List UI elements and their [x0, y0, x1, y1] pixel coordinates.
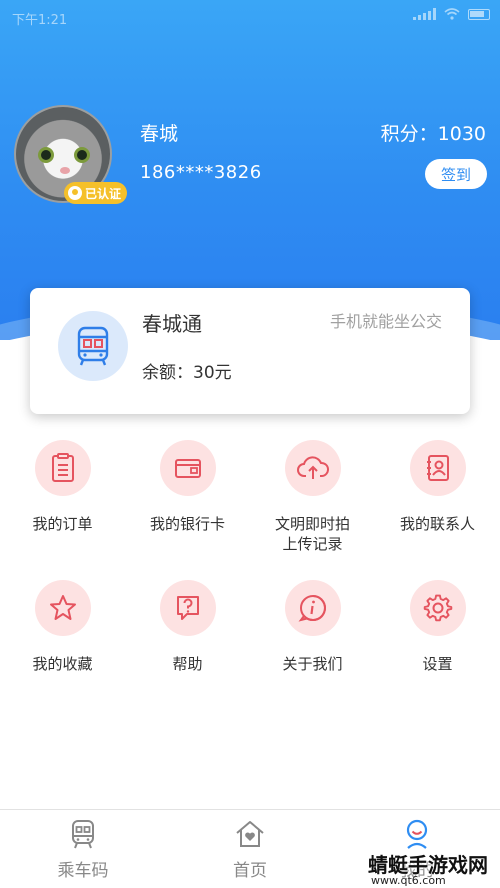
star-icon-bg — [34, 580, 91, 636]
card-title: 春城通 — [142, 312, 202, 336]
grid-label-photo-upload: 文明即时拍 上传记录 — [274, 515, 350, 553]
grid-label-settings: 设置 — [422, 655, 453, 673]
grid-item-about[interactable]: 关于我们 — [250, 580, 375, 674]
train-icon — [72, 820, 94, 849]
contacts-icon — [426, 455, 449, 481]
status-time: 下午1:21 — [12, 13, 68, 28]
help-icon-bg — [159, 580, 216, 636]
grid-label-bank-card: 我的银行卡 — [149, 515, 225, 533]
info-icon-bg — [284, 580, 341, 636]
nav-label-ride-code: 乘车码 — [57, 861, 109, 881]
points-label[interactable]: 积分：1030 — [381, 119, 486, 146]
verified-label: 已认证 — [85, 186, 122, 201]
avatar-eye-left — [38, 147, 54, 163]
checkin-button[interactable]: 签到 — [425, 159, 487, 189]
help-icon — [176, 596, 199, 620]
person-icon — [68, 186, 82, 200]
order-icon-bg — [34, 440, 91, 496]
user-icon — [406, 819, 428, 849]
bank-card-icon — [174, 459, 201, 478]
nav-label-home: 首页 — [233, 861, 267, 881]
grid-label-orders: 我的订单 — [32, 515, 93, 533]
grid-item-orders[interactable]: 我的订单 — [0, 440, 125, 534]
gear-icon — [423, 594, 452, 622]
status-icons — [413, 8, 490, 20]
signal-icon — [413, 8, 436, 20]
card-slogan: 手机就能坐公交 — [329, 312, 442, 331]
verified-badge: 已认证 — [64, 182, 128, 204]
avatar-eye-right — [74, 147, 90, 163]
battery-icon — [468, 8, 490, 20]
bank-card-icon-bg — [159, 440, 216, 496]
grid-item-bank-card[interactable]: 我的银行卡 — [125, 440, 250, 534]
grid-label-help: 帮助 — [172, 655, 203, 673]
grid-label-favorites: 我的收藏 — [32, 655, 93, 673]
user-icon-wrap — [400, 818, 434, 850]
cloud-upload-icon — [296, 456, 329, 479]
gear-icon-bg — [409, 580, 466, 636]
bus-card-icon — [77, 326, 109, 366]
nav-item-home[interactable]: 首页 — [167, 810, 333, 888]
transit-card[interactable]: 春城通 手机就能坐公交 余额：30元 — [30, 288, 470, 414]
grid-label-contacts: 我的联系人 — [399, 515, 475, 533]
order-icon — [51, 453, 74, 482]
home-icon — [236, 821, 264, 847]
grid-label-about: 关于我们 — [282, 655, 343, 673]
watermark-url: www.qt6.com — [371, 874, 446, 887]
nav-item-ride-code[interactable]: 乘车码 — [0, 810, 166, 888]
card-balance: 余额：30元 — [142, 363, 232, 383]
status-bar: 下午1:21 — [0, 0, 500, 34]
grid-item-photo-upload[interactable]: 文明即时拍 上传记录 — [250, 440, 375, 554]
wifi-icon — [444, 8, 460, 20]
contacts-icon-bg — [409, 440, 466, 496]
user-phone: 186****3826 — [140, 162, 262, 183]
grid-item-settings[interactable]: 设置 — [375, 580, 500, 674]
user-name: 春城 — [140, 123, 179, 145]
grid-item-favorites[interactable]: 我的收藏 — [0, 580, 125, 674]
train-icon-wrap — [66, 818, 100, 850]
star-icon — [49, 595, 76, 620]
card-icon-wrap — [58, 311, 128, 381]
cloud-upload-icon-bg — [284, 440, 341, 496]
home-icon-wrap — [233, 818, 267, 850]
avatar-nose — [60, 167, 70, 174]
info-icon — [298, 595, 326, 622]
grid-item-help[interactable]: 帮助 — [125, 580, 250, 674]
grid-item-contacts[interactable]: 我的联系人 — [375, 440, 500, 534]
